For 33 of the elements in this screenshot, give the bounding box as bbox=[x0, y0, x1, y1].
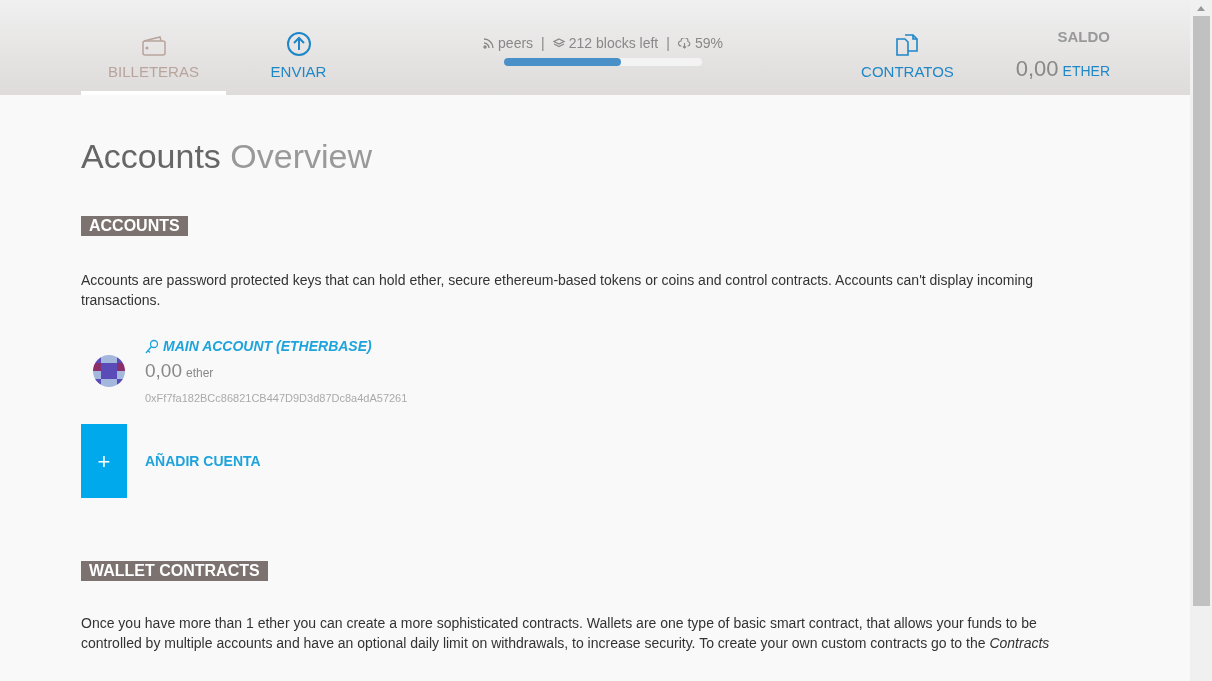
accounts-description: Accounts are password protected keys that can hold ether, secure ethereum-based tokens or coins and control contracts. Accounts can't display incoming transactions. bbox=[81, 271, 1035, 310]
documents-icon bbox=[894, 32, 921, 57]
up-arrow-circle-icon bbox=[285, 30, 312, 57]
identicon-avatar bbox=[93, 355, 125, 387]
balance-label: SALDO bbox=[1057, 26, 1110, 47]
wallet-contracts-description: Once you have more than 1 ether you can create a more sophisticated contracts. Wallets are one type of basic smart contract, that allows your funds to be controlled by multiple accounts and have an optional daily limit on withdrawals, to increase security. To create your own custom contracts go to the Contracts bbox=[81, 614, 1051, 653]
section-heading: ACCOUNTS bbox=[81, 216, 188, 236]
plus-tile: + bbox=[81, 424, 127, 498]
account-name-link[interactable]: MAIN ACCOUNT (ETHERBASE) bbox=[145, 336, 408, 357]
scroll-up-icon[interactable] bbox=[1196, 4, 1206, 12]
layers-icon bbox=[552, 38, 565, 49]
cloud-download-icon bbox=[677, 38, 691, 49]
scrollbar[interactable] bbox=[1190, 0, 1212, 681]
scrollbar-thumb[interactable] bbox=[1192, 16, 1210, 606]
section-heading: WALLET CONTRACTS bbox=[81, 561, 268, 581]
separator: | bbox=[666, 34, 670, 53]
balance-unit: ETHER bbox=[1062, 62, 1110, 81]
sync-percent: 59% bbox=[694, 34, 723, 53]
nav-tab[interactable]: ENVIAR bbox=[226, 0, 371, 95]
blocks-left: 212 blocks left bbox=[568, 34, 659, 53]
nav-tab[interactable]: CONTRATOS bbox=[835, 0, 980, 95]
add-account-button[interactable]: + AÑADIR CUENTA bbox=[81, 424, 261, 498]
peers-count: peers bbox=[498, 34, 534, 53]
account-balance: 0,00 bbox=[145, 359, 182, 383]
signal-icon bbox=[483, 38, 495, 49]
key-icon bbox=[145, 338, 159, 355]
page-title: Accounts Overview bbox=[81, 136, 372, 177]
nav-tab[interactable]: BILLETERAS bbox=[81, 0, 226, 95]
account-address: 0xFf7fa182BCc86821CB447D9D3d87Dc8a4dA57261 bbox=[145, 390, 408, 406]
separator: | bbox=[541, 34, 545, 53]
account-unit: ether bbox=[186, 365, 214, 382]
wallet-icon bbox=[140, 34, 167, 57]
balance-amount: 0,00 bbox=[1015, 55, 1059, 83]
